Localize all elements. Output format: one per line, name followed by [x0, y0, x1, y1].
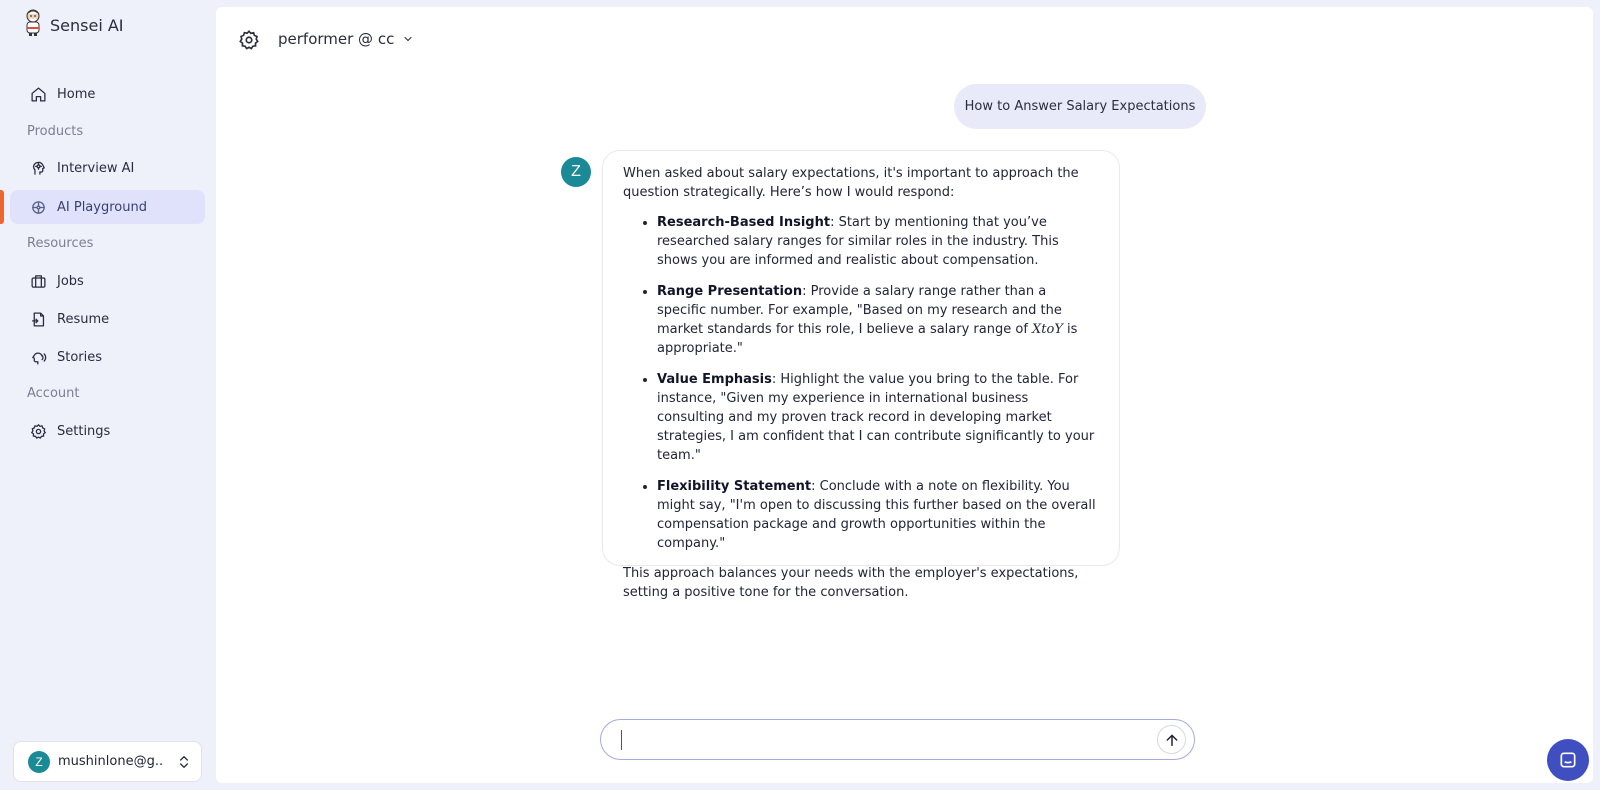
point-title: Range Presentation [657, 284, 803, 299]
arrow-up-icon [1166, 734, 1177, 746]
sidebar-item-label: AI Playground [57, 199, 147, 215]
point-title: Research-Based Insight [657, 215, 831, 230]
assistant-intro: When asked about salary expectations, it… [623, 166, 1079, 200]
sidebar-item-settings[interactable]: Settings [10, 414, 205, 448]
user-message: How to Answer Salary Expectations [954, 84, 1206, 129]
main-panel: performer @ cc How to Answer Salary Expe… [216, 7, 1593, 783]
message-composer [600, 719, 1195, 760]
math-expression: XtoY [1032, 322, 1063, 337]
home-icon [31, 86, 46, 102]
list-item: Research-Based Insight: Start by mention… [657, 213, 1099, 270]
sidebar-item-label: Jobs [57, 273, 84, 289]
assistant-message: When asked about salary expectations, it… [602, 150, 1120, 600]
playground-icon [32, 200, 45, 214]
avatar: Z [28, 750, 50, 773]
brand[interactable]: Sensei AI [22, 9, 124, 41]
assistant-points: Research-Based Insight: Start by mention… [623, 213, 1099, 553]
point-title: Value Emphasis [657, 372, 772, 387]
document-icon [32, 311, 45, 327]
chevron-down-icon [404, 36, 412, 42]
model-selector[interactable]: performer @ cc [278, 30, 414, 48]
chat-icon [1560, 752, 1576, 768]
section-label-account: Account [27, 386, 80, 401]
sidebar-item-label: Settings [57, 423, 111, 439]
account-switcher[interactable]: Z mushinlone@g... [13, 741, 202, 782]
settings-gear-icon[interactable] [238, 29, 260, 51]
model-label: performer @ cc [278, 30, 395, 48]
send-button[interactable] [1157, 725, 1186, 754]
section-label-products: Products [27, 124, 84, 139]
list-item: Flexibility Statement: Conclude with a n… [657, 477, 1099, 553]
help-chat-launcher[interactable] [1547, 739, 1589, 781]
sidebar-item-resume[interactable]: Resume [10, 302, 205, 336]
briefcase-icon [31, 274, 46, 288]
speaking-head-icon [31, 352, 47, 365]
assistant-outro: This approach balances your needs with t… [623, 566, 1079, 600]
message-input[interactable] [621, 731, 1157, 748]
sidebar-item-interview-ai[interactable]: Interview AI [10, 151, 205, 185]
sidebar-item-label: Home [57, 86, 96, 102]
active-indicator [0, 190, 4, 224]
list-item: Value Emphasis: Highlight the value you … [657, 370, 1099, 465]
user-message-text: How to Answer Salary Expectations [964, 99, 1196, 114]
sidebar-item-label: Resume [57, 311, 110, 327]
account-email: mushinlone@g... [58, 754, 162, 769]
section-label-resources: Resources [27, 236, 94, 251]
sidebar-item-stories[interactable]: Stories [10, 340, 205, 374]
list-item: Range Presentation: Provide a salary ran… [657, 282, 1099, 358]
sensei-mascot-icon [22, 9, 44, 41]
sidebar-item-jobs[interactable]: Jobs [10, 264, 205, 298]
chevron-up-down-icon [180, 755, 188, 768]
point-title: Flexibility Statement [657, 479, 812, 494]
sidebar-item-label: Stories [57, 349, 103, 365]
sidebar: Sensei AI Home Products Interview AI AI … [0, 0, 214, 790]
sidebar-item-ai-playground[interactable]: AI Playground [10, 190, 205, 224]
brand-name: Sensei AI [50, 15, 124, 35]
sidebar-item-label: Interview AI [57, 160, 135, 176]
gear-icon [30, 423, 47, 439]
sidebar-item-home[interactable]: Home [10, 77, 205, 111]
bot-avatar: Z [561, 157, 591, 187]
head-ai-icon [32, 161, 46, 175]
